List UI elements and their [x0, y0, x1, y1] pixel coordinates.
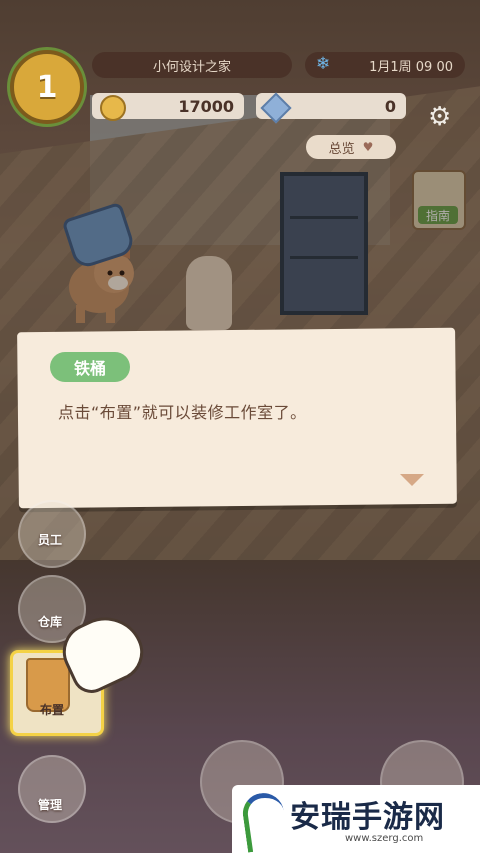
overview-button[interactable]: 总览 ♥	[306, 135, 396, 159]
overview-label: 总览	[328, 141, 355, 157]
warehouse-label: 仓库	[37, 614, 62, 629]
manage-label: 管理	[37, 797, 62, 812]
coin-icon	[100, 95, 126, 121]
level-number: 1	[36, 69, 58, 105]
watermark-title: 安瑞手游网	[290, 800, 445, 835]
studio-name: 小何设计之家	[92, 52, 292, 78]
continue-arrow-icon[interactable]	[400, 474, 424, 486]
level-badge[interactable]: 1	[10, 50, 84, 124]
dialog-text: 点击“布置”就可以装修工作室了。	[58, 403, 307, 422]
snowflake-icon: ❄	[316, 54, 331, 74]
layout-label: 布置	[39, 702, 64, 717]
heart-icon: ♥	[362, 140, 374, 154]
settings-gear-icon[interactable]: ⚙	[428, 102, 451, 132]
staff-label: 员工	[37, 532, 62, 547]
watermark-url: www.szerg.com	[345, 833, 424, 844]
speaker-name: 铁桶	[50, 352, 130, 382]
